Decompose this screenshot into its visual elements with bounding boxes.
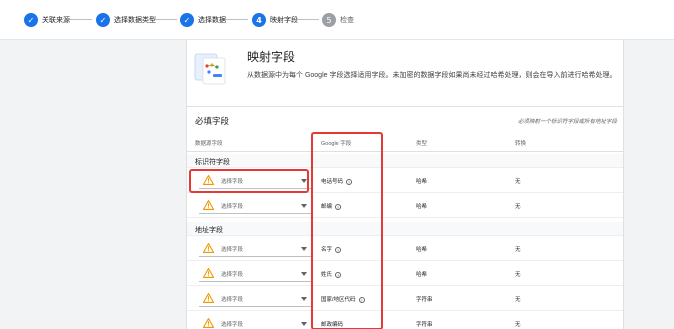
step-select-data-type[interactable]: ✓ 选择数据类型 [96, 12, 156, 28]
type-cell: 哈希 [416, 179, 428, 185]
google-field-cell: 名字? [321, 245, 342, 253]
warning-triangle-icon [203, 243, 214, 253]
source-field-select[interactable]: 选择字段 [221, 177, 243, 185]
page-description: 从数据源中为每个 Google 字段选择适用字段。未加密的数据字段如果尚未经过哈… [247, 72, 617, 79]
step-number-4: 4 [252, 13, 266, 27]
source-field-select[interactable]: 选择字段 [221, 320, 243, 328]
google-field-cell: 电话号码? [321, 177, 353, 185]
step-connector [70, 19, 92, 20]
source-field-select[interactable]: 选择字段 [221, 295, 243, 303]
table-row: 选择字段 邮政编码 字符串 无 [187, 312, 623, 329]
check-icon: ✓ [24, 13, 38, 27]
transform-cell: 无 [515, 179, 521, 185]
google-field-label: 邮政编码 [321, 322, 344, 328]
progress-stepper: ✓ 关联来源 ✓ 选择数据类型 ✓ 选择数据 4 映射字段 5 检查 [0, 0, 674, 40]
divider [187, 151, 623, 152]
select-underline [199, 256, 311, 257]
table-row: 选择字段 国家/地区代码? 字符串 无 [187, 287, 623, 311]
dropdown-arrow-icon[interactable] [301, 272, 307, 276]
select-underline [199, 188, 311, 189]
warning-triangle-icon [203, 200, 214, 210]
type-cell: 哈希 [416, 272, 428, 278]
google-field-cell: 姓氏? [321, 270, 342, 278]
page-title: 映射字段 [247, 50, 296, 64]
step-label: 选择数据类型 [114, 17, 156, 24]
mapping-illustration-icon [194, 53, 226, 85]
step-review[interactable]: 5 检查 [322, 12, 354, 28]
type-cell: 字符串 [416, 322, 433, 328]
step-label: 关联来源 [42, 17, 70, 24]
step-link-source[interactable]: ✓ 关联来源 [24, 12, 70, 28]
help-circle-icon[interactable]: ? [335, 271, 342, 278]
select-underline [199, 281, 311, 282]
transform-cell: 无 [515, 322, 521, 328]
dropdown-arrow-icon[interactable] [301, 247, 307, 251]
source-field-select[interactable]: 选择字段 [221, 270, 243, 278]
type-cell: 哈希 [416, 204, 428, 210]
transform-cell: 无 [515, 297, 521, 303]
google-field-label: 姓氏 [321, 272, 333, 278]
google-field-cell: 邮编? [321, 202, 342, 210]
table-row: 选择字段 邮编? 哈希 无 [187, 194, 623, 218]
google-field-label: 国家/地区代码 [321, 297, 356, 303]
google-field-label: 电话号码 [321, 179, 344, 185]
step-connector [226, 19, 248, 20]
group-header-identifier: 标识符字段 [187, 154, 623, 168]
warning-triangle-icon [203, 293, 214, 303]
transform-cell: 无 [515, 272, 521, 278]
table-row: 选择字段 名字? 哈希 无 [187, 237, 623, 261]
google-field-label: 名字 [321, 247, 333, 253]
step-label: 检查 [340, 17, 354, 24]
transform-cell: 无 [515, 204, 521, 210]
map-fields-card: 映射字段 从数据源中为每个 Google 字段选择适用字段。未加密的数据字段如果… [186, 40, 624, 329]
help-circle-icon[interactable]: ? [358, 296, 365, 303]
warning-triangle-icon [203, 268, 214, 278]
select-underline [199, 213, 311, 214]
dropdown-arrow-icon[interactable] [301, 322, 307, 326]
type-cell: 字符串 [416, 297, 433, 303]
group-header-address: 地址字段 [187, 222, 623, 236]
table-row: 选择字段 电话号码? 哈希 无 [187, 169, 623, 193]
step-label: 映射字段 [270, 17, 298, 24]
help-circle-icon[interactable]: ? [346, 178, 353, 185]
warning-triangle-icon [203, 318, 214, 328]
check-icon: ✓ [180, 13, 194, 27]
type-cell: 哈希 [416, 247, 428, 253]
help-circle-icon[interactable]: ? [335, 246, 342, 253]
source-field-select[interactable]: 选择字段 [221, 245, 243, 253]
google-field-cell: 国家/地区代码? [321, 295, 365, 303]
step-connector [155, 19, 177, 20]
section-note: 必须映射一个标识符字段或所有地址字段 [517, 119, 617, 125]
required-fields-section: 必填字段 必须映射一个标识符字段或所有地址字段 数据源字段 Google 字段 … [187, 106, 623, 329]
source-field-select[interactable]: 选择字段 [221, 202, 243, 210]
table-row: 选择字段 姓氏? 哈希 无 [187, 262, 623, 286]
transform-cell: 无 [515, 247, 521, 253]
section-title: 必填字段 [195, 116, 230, 126]
dropdown-arrow-icon[interactable] [301, 179, 307, 183]
google-field-label: 邮编 [321, 204, 333, 210]
check-icon: ✓ [96, 13, 110, 27]
column-header-type: 类型 [416, 141, 428, 147]
step-connector [297, 19, 319, 20]
select-underline [199, 306, 311, 307]
step-select-data[interactable]: ✓ 选择数据 [180, 12, 226, 28]
dropdown-arrow-icon[interactable] [301, 204, 307, 208]
step-map-fields[interactable]: 4 映射字段 [252, 12, 298, 28]
step-number-5: 5 [322, 13, 336, 27]
group-label: 地址字段 [195, 227, 223, 234]
warning-triangle-icon [203, 175, 214, 185]
group-label: 标识符字段 [195, 159, 230, 166]
column-header-transform: 转换 [515, 141, 527, 147]
google-field-cell: 邮政编码 [321, 320, 343, 328]
dropdown-arrow-icon[interactable] [301, 297, 307, 301]
column-header-source: 数据源字段 [195, 141, 223, 147]
help-circle-icon[interactable]: ? [335, 203, 342, 210]
step-label: 选择数据 [198, 17, 226, 24]
column-header-google: Google 字段 [321, 141, 352, 147]
